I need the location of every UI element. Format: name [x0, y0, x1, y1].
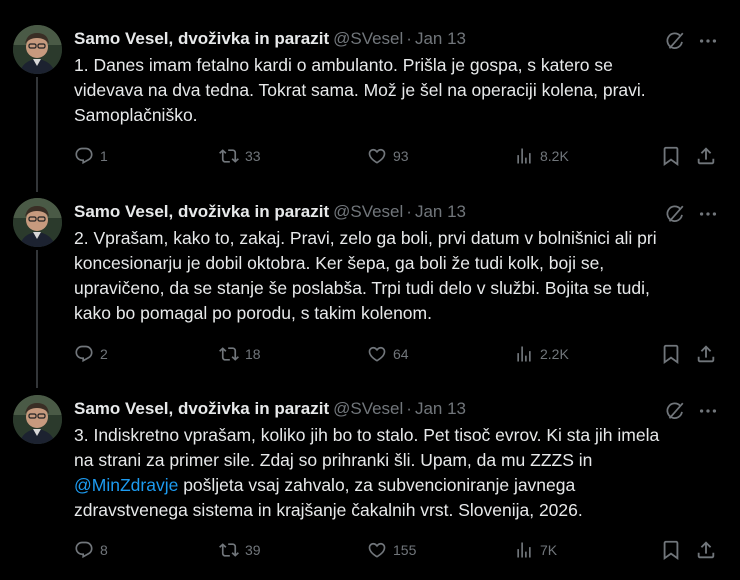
like-count: 64	[393, 346, 409, 362]
bookmark-icon[interactable]	[660, 343, 682, 365]
views-button[interactable]: 7K	[514, 539, 557, 561]
tweet-actions: 2 18 64 2.2K	[74, 343, 724, 365]
view-count: 2.2K	[540, 346, 569, 362]
bookmark-icon[interactable]	[660, 539, 682, 561]
author-handle[interactable]: @SVesel	[333, 29, 403, 48]
views-button[interactable]: 2.2K	[514, 343, 569, 365]
like-button[interactable]: 64	[367, 343, 409, 365]
tweet-header: Samo Vesel, dvoživka in parazit @SVesel · J…	[74, 398, 466, 420]
like-icon	[367, 146, 387, 166]
reply-count: 2	[100, 346, 108, 362]
share-icon[interactable]	[695, 145, 717, 167]
view-count: 8.2K	[540, 148, 569, 164]
like-icon	[367, 344, 387, 364]
author-name[interactable]: Samo Vesel, dvoživka in parazit	[74, 29, 329, 48]
reply-icon	[74, 540, 94, 560]
thread-line	[36, 77, 38, 192]
reply-icon	[74, 344, 94, 364]
tweet-text: 3. Indiskretno vprašam, koliko jih bo to…	[74, 423, 724, 523]
tweet-date[interactable]: Jan 13	[415, 399, 466, 418]
more-icon[interactable]	[697, 30, 719, 52]
tweet-text-part: 3. Indiskretno vprašam, koliko jih bo to…	[74, 425, 660, 470]
author-handle[interactable]: @SVesel	[333, 202, 403, 221]
reply-button[interactable]: 8	[74, 539, 108, 561]
grok-icon[interactable]	[664, 400, 686, 422]
like-icon	[367, 540, 387, 560]
tweet-header: Samo Vesel, dvoživka in parazit @SVesel · J…	[74, 28, 466, 50]
repost-count: 39	[245, 542, 261, 558]
views-icon	[514, 146, 534, 166]
separator: ·	[406, 399, 412, 418]
reply-count: 1	[100, 148, 108, 164]
repost-count: 33	[245, 148, 261, 164]
reply-button[interactable]: 2	[74, 343, 108, 365]
thread-line	[36, 250, 38, 388]
bookmark-icon[interactable]	[660, 145, 682, 167]
like-button[interactable]: 155	[367, 539, 416, 561]
reply-button[interactable]: 1	[74, 145, 108, 167]
tweet-date[interactable]: Jan 13	[415, 29, 466, 48]
views-icon	[514, 540, 534, 560]
avatar[interactable]	[13, 25, 62, 74]
share-icon[interactable]	[695, 539, 717, 561]
views-button[interactable]: 8.2K	[514, 145, 569, 167]
repost-count: 18	[245, 346, 261, 362]
tweet-actions: 8 39 155 7K	[74, 539, 724, 561]
repost-icon	[219, 146, 239, 166]
author-handle[interactable]: @SVesel	[333, 399, 403, 418]
author-name[interactable]: Samo Vesel, dvoživka in parazit	[74, 399, 329, 418]
tweet-text: 1. Danes imam fetalno kardi o ambulanto.…	[74, 55, 646, 125]
mention-link[interactable]: @MinZdravje	[74, 475, 178, 495]
tweet-date[interactable]: Jan 13	[415, 202, 466, 221]
repost-button[interactable]: 18	[219, 343, 261, 365]
like-count: 155	[393, 542, 417, 558]
separator: ·	[406, 202, 412, 221]
tweet-actions: 1 33 93 8.2K	[74, 145, 724, 167]
grok-icon[interactable]	[664, 203, 686, 225]
avatar[interactable]	[13, 395, 62, 444]
share-icon[interactable]	[695, 343, 717, 365]
reply-count: 8	[100, 542, 108, 558]
more-icon[interactable]	[697, 400, 719, 422]
view-count: 7K	[540, 542, 558, 558]
views-icon	[514, 344, 534, 364]
like-count: 93	[393, 148, 409, 164]
tweet-text: 2. Vprašam, kako to, zakaj. Pravi, zelo …	[74, 228, 657, 323]
repost-button[interactable]: 39	[219, 539, 261, 561]
repost-icon	[219, 344, 239, 364]
like-button[interactable]: 93	[367, 145, 409, 167]
avatar[interactable]	[13, 198, 62, 247]
separator: ·	[406, 29, 412, 48]
repost-button[interactable]: 33	[219, 145, 261, 167]
reply-icon	[74, 146, 94, 166]
more-icon[interactable]	[697, 203, 719, 225]
author-name[interactable]: Samo Vesel, dvoživka in parazit	[74, 202, 329, 221]
tweet-header: Samo Vesel, dvoživka in parazit @SVesel · J…	[74, 201, 466, 223]
repost-icon	[219, 540, 239, 560]
grok-icon[interactable]	[664, 30, 686, 52]
